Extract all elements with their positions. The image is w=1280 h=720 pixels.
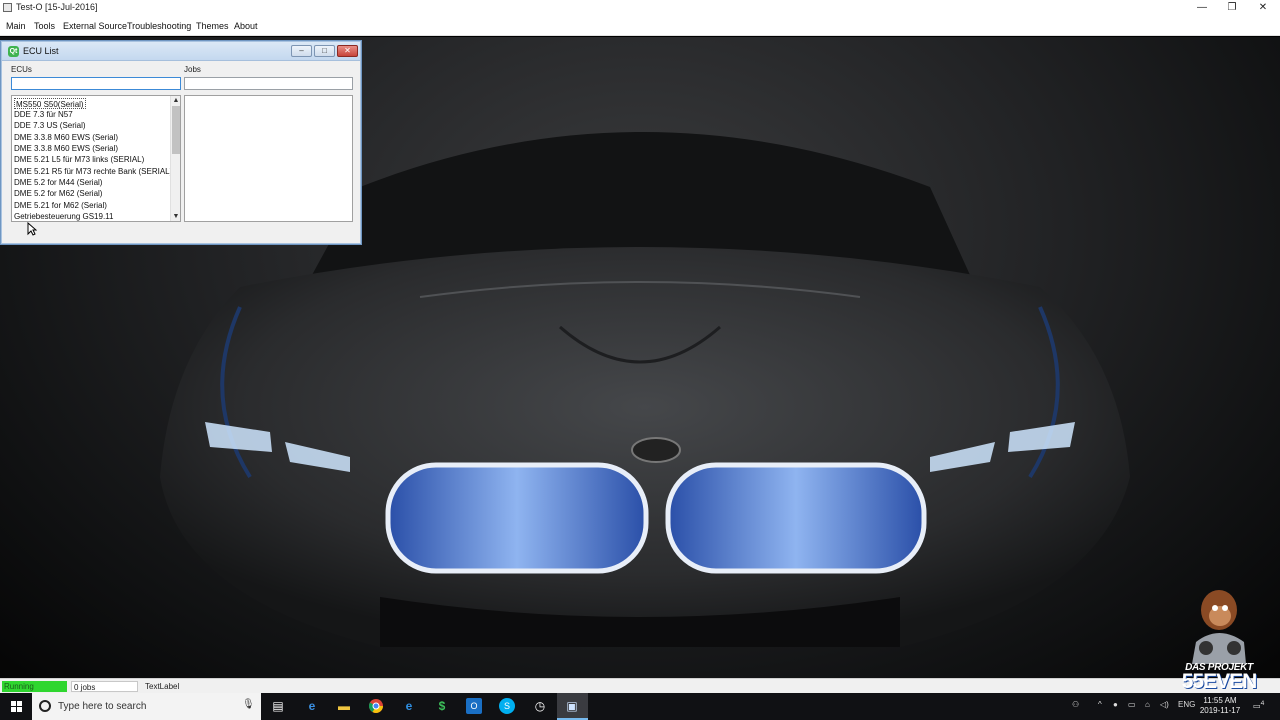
taskbar: Type here to search 🎙 ▤ e ▬ e $ O S ◷ ▣ … xyxy=(0,693,1280,720)
status-running: Running xyxy=(2,681,67,692)
qt-icon: Qt xyxy=(8,46,19,57)
windows-logo-icon xyxy=(11,701,16,706)
dialog-minimize-button[interactable]: – xyxy=(291,45,312,57)
clock-app-icon[interactable]: ◷ xyxy=(532,698,548,714)
file-explorer-icon[interactable]: ▬ xyxy=(336,698,352,714)
scroll-up-icon[interactable]: ▲ xyxy=(171,96,180,105)
task-view-icon[interactable]: ▤ xyxy=(270,698,286,714)
scroll-down-icon[interactable]: ▼ xyxy=(171,212,180,221)
jobs-list[interactable] xyxy=(184,95,353,222)
menu-external-source[interactable]: External Source xyxy=(62,16,128,36)
test-o-app-icon[interactable]: ▣ xyxy=(564,698,580,714)
ecu-list[interactable]: MS550 S50(Serial) DDE 7.3 für N57 DDE 7.… xyxy=(11,95,181,222)
window-title: Test-O [15-Jul-2016] xyxy=(16,2,98,12)
start-button[interactable] xyxy=(0,693,32,720)
cortana-icon xyxy=(39,700,51,712)
people-icon[interactable]: ⚇ xyxy=(1072,700,1079,709)
notification-count: 4 xyxy=(1260,700,1265,707)
notification-center-icon[interactable]: ▭4 xyxy=(1253,700,1264,711)
tray-app-icon[interactable]: ● xyxy=(1113,700,1118,709)
minimize-button[interactable]: — xyxy=(1186,0,1218,16)
ecu-list-item[interactable]: DME 5.21 L5 für M73 links (SERIAL) xyxy=(14,154,144,165)
network-icon[interactable]: ⌂ xyxy=(1145,700,1150,709)
app-s-icon[interactable]: $ xyxy=(434,698,450,714)
microphone-icon[interactable]: 🎙 xyxy=(242,699,255,710)
ecu-list-item[interactable]: DME 5.21 R5 für M73 rechte Bank (SERIAL) xyxy=(14,166,172,177)
dialog-close-button[interactable]: ✕ xyxy=(337,45,358,57)
scrollbar-thumb[interactable] xyxy=(172,106,180,154)
window-titlebar: Test-O [15-Jul-2016] — ❐ ✕ xyxy=(0,0,1280,16)
mascot-logo-icon xyxy=(1192,590,1246,664)
ecu-list-item[interactable]: DDE 7.3 für N57 xyxy=(14,109,73,120)
ecu-list-scrollbar[interactable]: ▲ ▼ xyxy=(170,96,180,221)
menu-main[interactable]: Main xyxy=(5,16,27,36)
dialog-title: ECU List xyxy=(23,46,59,56)
status-text-label: TextLabel xyxy=(145,682,180,691)
language-indicator[interactable]: ENG xyxy=(1178,700,1195,709)
jobs-filter-input[interactable] xyxy=(185,78,352,90)
app-icon xyxy=(3,3,12,12)
menu-about[interactable]: About xyxy=(233,16,259,36)
dialog-maximize-button[interactable]: □ xyxy=(314,45,335,57)
watermark-line2: 55EVEN xyxy=(1181,670,1258,693)
chrome-icon[interactable] xyxy=(368,698,384,714)
ecu-list-item[interactable]: DME 5.21 for M62 (Serial) xyxy=(14,200,107,211)
skype-icon[interactable]: S xyxy=(499,698,515,714)
ecu-list-item[interactable]: DME 5.2 for M44 (Serial) xyxy=(14,177,102,188)
clock-date: 2019-11-17 xyxy=(1199,706,1241,715)
clock-time: 11:55 AM xyxy=(1203,696,1237,705)
ecus-label: ECUs xyxy=(11,65,32,74)
jobs-label: Jobs xyxy=(184,65,201,74)
volume-icon[interactable]: ◁) xyxy=(1160,700,1169,709)
maximize-button[interactable]: ❐ xyxy=(1216,0,1248,16)
dialog-titlebar[interactable]: Qt ECU List – □ ✕ xyxy=(2,42,360,61)
internet-explorer-icon[interactable]: e xyxy=(401,698,417,714)
menu-tools[interactable]: Tools xyxy=(33,16,56,36)
edge-icon[interactable]: e xyxy=(304,698,320,714)
jobs-filter-field[interactable] xyxy=(184,77,353,90)
menu-bar: Main Tools External Source Troubleshooti… xyxy=(0,16,1280,36)
status-jobs-count: 0 jobs xyxy=(71,681,138,692)
close-button[interactable]: ✕ xyxy=(1247,0,1279,16)
ecu-list-item[interactable]: DME 3.3.8 M60 EWS (Serial) xyxy=(14,143,118,154)
mouse-cursor-icon xyxy=(27,222,37,236)
ecu-list-item[interactable]: DME 5.2 for M62 (Serial) xyxy=(14,188,102,199)
taskbar-clock[interactable]: 11:55 AM 2019-11-17 xyxy=(1198,696,1242,716)
taskbar-search-box[interactable]: Type here to search 🎙 xyxy=(32,693,261,720)
ecu-list-item[interactable]: DME 3.3.8 M60 EWS (Serial) xyxy=(14,132,118,143)
ecu-list-item[interactable]: MS550 S50(Serial) xyxy=(14,98,86,109)
ecu-list-item[interactable]: Getriebesteuerung GS19.11 xyxy=(14,211,113,221)
tray-chevron-up-icon[interactable]: ^ xyxy=(1098,700,1102,709)
search-placeholder: Type here to search xyxy=(58,701,147,712)
status-bar: Running 0 jobs TextLabel xyxy=(0,678,1280,693)
channel-watermark: DAS PROJEKT 55EVEN xyxy=(1174,582,1264,694)
menu-themes[interactable]: Themes xyxy=(195,16,230,36)
outlook-icon[interactable]: O xyxy=(466,698,482,714)
ecu-filter-input[interactable] xyxy=(12,78,180,90)
battery-icon[interactable]: ▭ xyxy=(1128,700,1136,709)
menu-troubleshooting[interactable]: Troubleshooting xyxy=(126,16,192,36)
ecu-filter-field[interactable] xyxy=(11,77,181,90)
ecu-list-item[interactable]: DDE 7.3 US (Serial) xyxy=(14,120,86,131)
ecu-list-dialog: Qt ECU List – □ ✕ ECUs Jobs MS550 S50(Se… xyxy=(0,40,362,245)
